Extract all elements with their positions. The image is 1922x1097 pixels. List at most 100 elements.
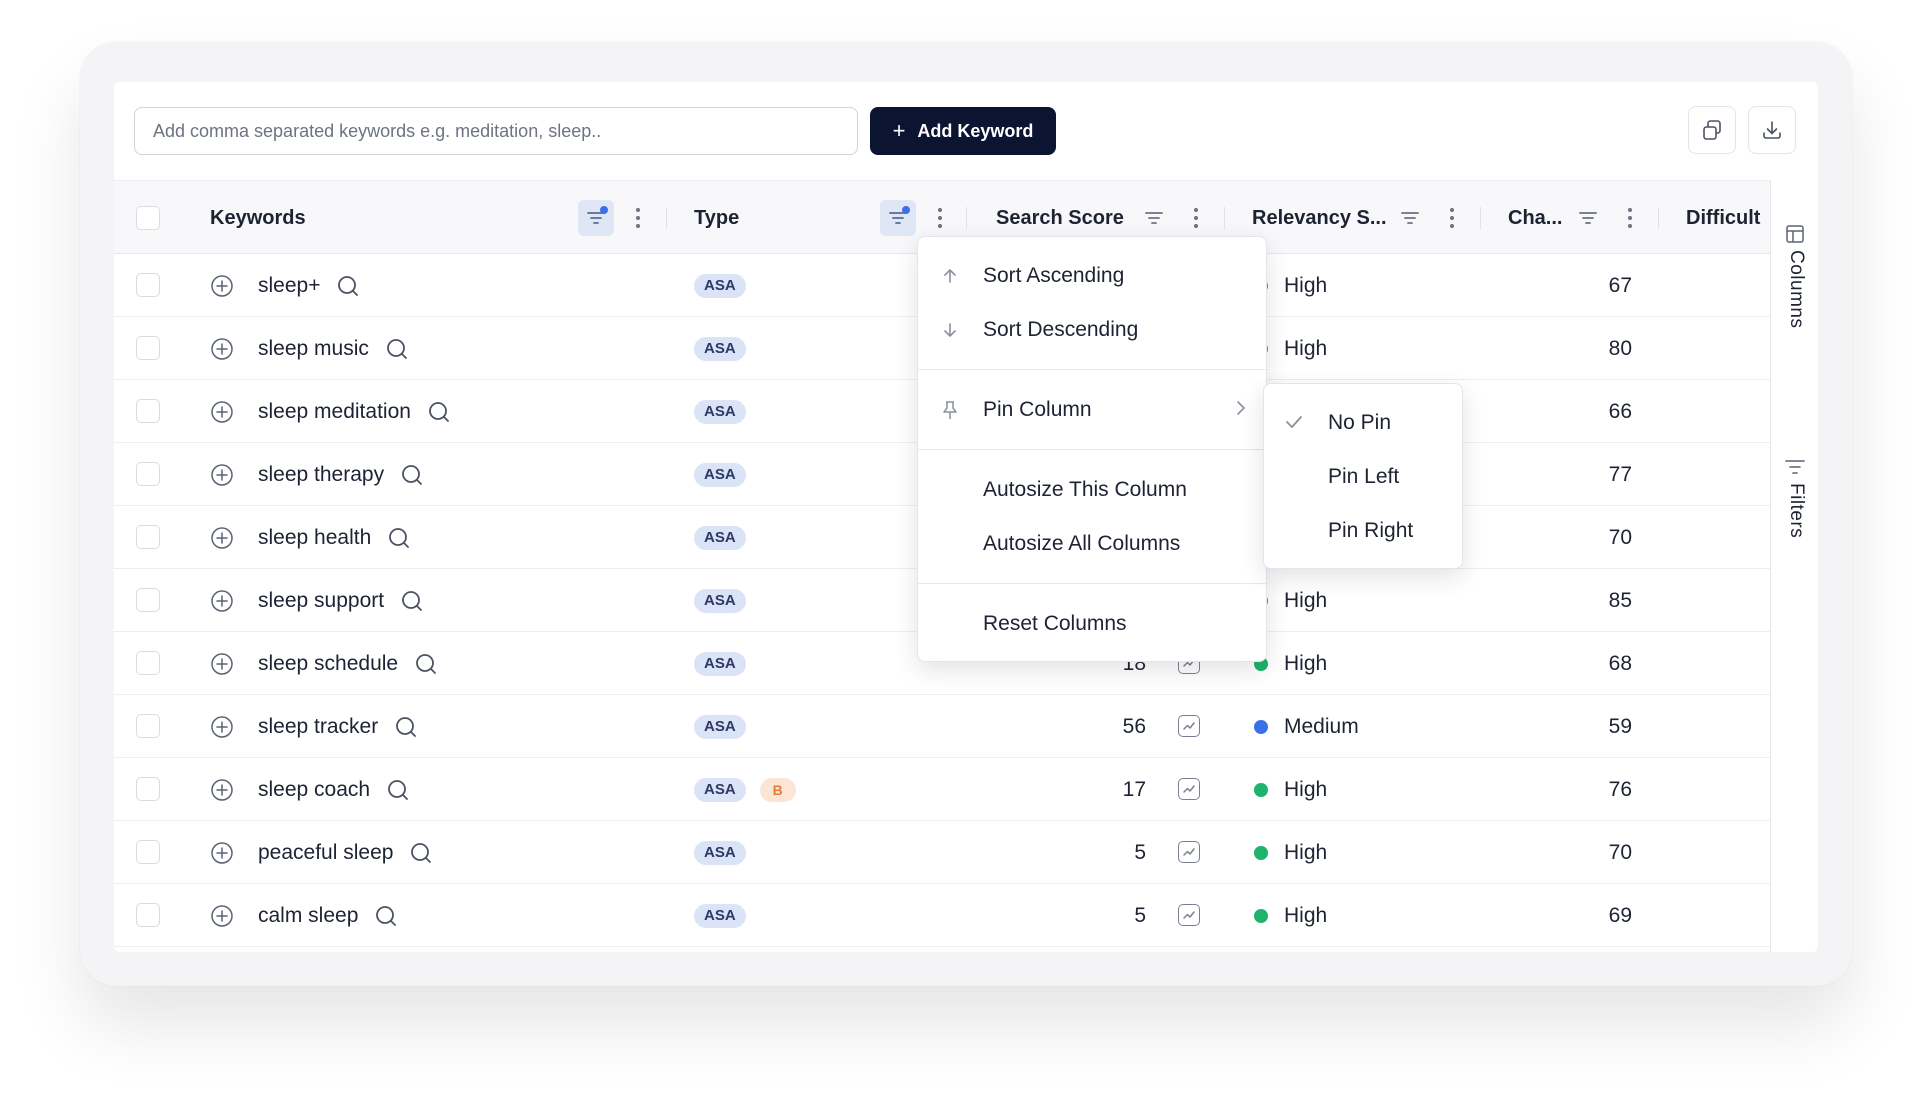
add-keyword-icon[interactable] bbox=[210, 443, 234, 506]
columns-panel-tab[interactable]: Columns bbox=[1771, 210, 1818, 330]
keywords-filter-button[interactable] bbox=[578, 200, 614, 236]
search-icon[interactable] bbox=[385, 337, 409, 361]
table-row[interactable]: peaceful sleep ASA 5 High 70 bbox=[114, 821, 1770, 884]
chance-value: 66 bbox=[1608, 399, 1632, 423]
search-score-filter-button[interactable] bbox=[1136, 200, 1172, 236]
table-row[interactable]: sleep coach ASA B 17 High 76 bbox=[114, 758, 1770, 821]
row-checkbox[interactable] bbox=[136, 588, 160, 612]
type-badge: ASA bbox=[694, 714, 746, 739]
pin-left-item[interactable]: Pin Left bbox=[1264, 450, 1464, 504]
reset-columns-label: Reset Columns bbox=[983, 612, 1127, 635]
add-keyword-icon[interactable] bbox=[210, 632, 234, 695]
row-checkbox[interactable] bbox=[136, 840, 160, 864]
add-keyword-icon[interactable] bbox=[210, 569, 234, 632]
search-icon[interactable] bbox=[409, 841, 433, 865]
trend-icon[interactable] bbox=[1178, 841, 1200, 863]
row-checkbox[interactable] bbox=[136, 903, 160, 927]
add-keyword-icon[interactable] bbox=[210, 506, 234, 569]
row-checkbox[interactable] bbox=[136, 777, 160, 801]
chevron-right-icon bbox=[1236, 398, 1246, 422]
type-menu-button[interactable] bbox=[934, 203, 946, 233]
trend-icon[interactable] bbox=[1178, 904, 1200, 926]
type-badge: ASA bbox=[694, 903, 746, 928]
type-cell: ASA bbox=[694, 317, 746, 380]
table-row[interactable]: calm sleep ASA 5 High 69 bbox=[114, 884, 1770, 947]
row-checkbox[interactable] bbox=[136, 651, 160, 675]
add-keyword-icon[interactable] bbox=[210, 884, 234, 947]
add-keyword-icon[interactable] bbox=[210, 821, 234, 884]
row-checkbox[interactable] bbox=[136, 336, 160, 360]
header-chance[interactable]: Cha... bbox=[1508, 181, 1562, 255]
reset-columns-item[interactable]: Reset Columns bbox=[918, 597, 1268, 651]
chance-value: 70 bbox=[1608, 525, 1632, 549]
search-icon[interactable] bbox=[414, 652, 438, 676]
type-badge: ASA bbox=[694, 840, 746, 865]
relevancy-dot bbox=[1254, 719, 1268, 734]
search-score-menu-button[interactable] bbox=[1190, 203, 1202, 233]
download-button[interactable] bbox=[1748, 106, 1796, 154]
keyword-cell: sleep music bbox=[258, 317, 409, 380]
relevancy-filter-button[interactable] bbox=[1392, 200, 1428, 236]
search-icon[interactable] bbox=[400, 589, 424, 613]
type-filter-button[interactable] bbox=[880, 200, 916, 236]
pin-column-item[interactable]: Pin Column bbox=[918, 383, 1268, 437]
relevancy-text: High bbox=[1284, 588, 1328, 612]
add-keyword-icon[interactable] bbox=[210, 254, 234, 317]
search-icon[interactable] bbox=[387, 526, 411, 550]
autosize-all-item[interactable]: Autosize All Columns bbox=[918, 517, 1268, 571]
type-badge: ASA bbox=[694, 525, 746, 550]
table-row[interactable]: sleep tracker ASA 56 Medium 59 bbox=[114, 695, 1770, 758]
column-separator bbox=[966, 207, 967, 229]
header-type[interactable]: Type bbox=[694, 181, 739, 255]
columns-icon bbox=[1786, 225, 1804, 243]
autosize-this-item[interactable]: Autosize This Column bbox=[918, 463, 1268, 517]
header-relevancy[interactable]: Relevancy S... bbox=[1252, 181, 1387, 255]
row-checkbox[interactable] bbox=[136, 399, 160, 423]
search-icon[interactable] bbox=[427, 400, 451, 424]
search-icon[interactable] bbox=[386, 778, 410, 802]
keyword-input[interactable]: Add comma separated keywords e.g. medita… bbox=[134, 107, 858, 155]
sort-descending-item[interactable]: Sort Descending bbox=[918, 303, 1268, 357]
chance-menu-button[interactable] bbox=[1624, 203, 1636, 233]
row-checkbox[interactable] bbox=[136, 462, 160, 486]
add-keyword-icon[interactable] bbox=[210, 380, 234, 443]
row-checkbox[interactable] bbox=[136, 525, 160, 549]
add-keyword-icon[interactable] bbox=[210, 758, 234, 821]
add-keyword-icon[interactable] bbox=[210, 695, 234, 758]
keyword-text: sleep schedule bbox=[258, 651, 399, 675]
search-icon[interactable] bbox=[394, 715, 418, 739]
select-all-checkbox[interactable] bbox=[136, 206, 160, 230]
search-icon[interactable] bbox=[374, 904, 398, 928]
column-separator bbox=[1480, 207, 1481, 229]
header-keywords[interactable]: Keywords bbox=[210, 181, 306, 255]
trend-icon[interactable] bbox=[1178, 778, 1200, 800]
no-pin-item[interactable]: No Pin bbox=[1264, 396, 1464, 450]
trend-icon[interactable] bbox=[1178, 715, 1200, 737]
sort-ascending-item[interactable]: Sort Ascending bbox=[918, 249, 1268, 303]
keywords-menu-button[interactable] bbox=[632, 203, 644, 233]
chance-value: 80 bbox=[1608, 336, 1632, 360]
copy-button[interactable] bbox=[1688, 106, 1736, 154]
relevancy-menu-button[interactable] bbox=[1446, 203, 1458, 233]
keyword-text: sleep health bbox=[258, 525, 372, 549]
add-keyword-button[interactable]: + Add Keyword bbox=[870, 107, 1056, 155]
search-icon[interactable] bbox=[336, 274, 360, 298]
row-checkbox[interactable] bbox=[136, 273, 160, 297]
pin-right-item[interactable]: Pin Right bbox=[1264, 504, 1464, 558]
keyword-text: sleep meditation bbox=[258, 399, 411, 423]
relevancy-cell: High bbox=[1254, 758, 1327, 821]
chance-filter-button[interactable] bbox=[1570, 200, 1606, 236]
header-difficulty[interactable]: Difficult bbox=[1686, 181, 1760, 255]
keyword-cell: sleep+ bbox=[258, 254, 360, 317]
search-icon[interactable] bbox=[400, 463, 424, 487]
column-separator bbox=[666, 207, 667, 229]
filters-panel-tab[interactable]: Filters bbox=[1771, 445, 1818, 545]
copy-icon bbox=[1703, 120, 1721, 140]
add-keyword-icon[interactable] bbox=[210, 317, 234, 380]
filter-icon bbox=[1401, 212, 1419, 224]
row-checkbox[interactable] bbox=[136, 714, 160, 738]
add-keyword-label: Add Keyword bbox=[917, 120, 1034, 141]
keyword-cell: sleep meditation bbox=[258, 380, 451, 443]
arrow-down-icon bbox=[938, 318, 962, 342]
search-score-value: 56 bbox=[1122, 714, 1146, 738]
